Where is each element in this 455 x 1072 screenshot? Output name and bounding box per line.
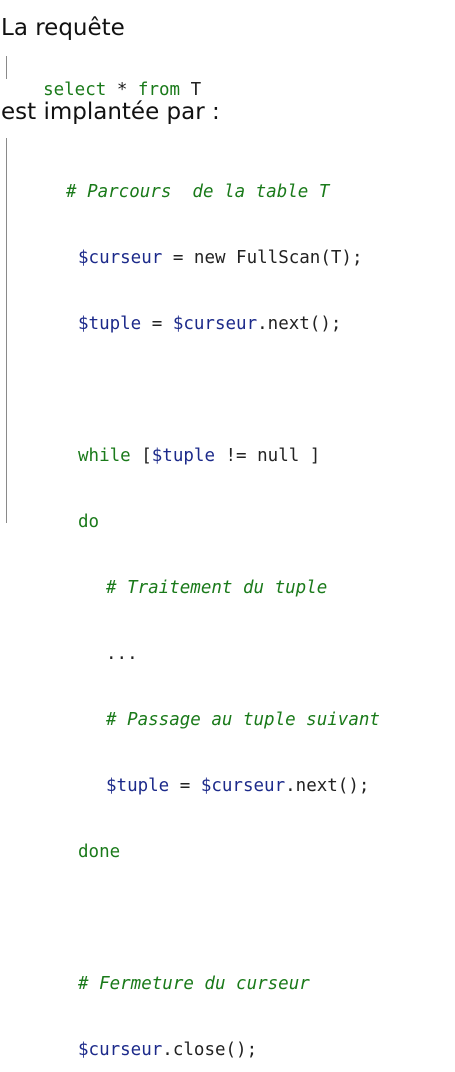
var-curseur: $curseur <box>78 248 163 268</box>
code-block: # Parcours de la table T $curseur = new … <box>64 137 380 1072</box>
table-name: T <box>180 80 202 100</box>
code-text: = <box>141 314 173 334</box>
var-curseur: $curseur <box>78 1040 163 1060</box>
star: * <box>106 80 138 100</box>
do-keyword: do <box>78 512 100 532</box>
from-keyword: from <box>137 80 181 100</box>
intro-text: La requête <box>1 15 125 41</box>
ellipsis: ... <box>106 644 138 664</box>
code-text: != null ] <box>214 446 321 466</box>
query-code: select * from T <box>22 57 201 101</box>
comment-passage: # Passage au tuple suivant <box>106 710 380 730</box>
var-curseur: $curseur <box>200 776 286 796</box>
while-keyword: while <box>78 446 131 466</box>
middle-text: est implantée par : <box>1 99 220 125</box>
var-curseur: $curseur <box>172 314 258 334</box>
select-keyword: select <box>43 80 107 100</box>
query-rule <box>6 56 7 79</box>
code-text: [ <box>130 446 152 466</box>
comment-parcours: # Parcours de la table T <box>66 182 330 202</box>
code-text: .next(); <box>285 776 370 796</box>
code-text: .close(); <box>162 1040 258 1060</box>
var-tuple: $tuple <box>78 314 142 334</box>
done-keyword: done <box>78 842 121 862</box>
var-tuple: $tuple <box>106 776 170 796</box>
var-tuple: $tuple <box>151 446 215 466</box>
code-rule <box>6 138 7 523</box>
code-text: = <box>169 776 201 796</box>
comment-fermeture: # Fermeture du curseur <box>78 974 310 994</box>
code-text: = new FullScan(T); <box>162 248 363 268</box>
code-text: .next(); <box>257 314 342 334</box>
comment-traitement: # Traitement du tuple <box>106 578 328 598</box>
